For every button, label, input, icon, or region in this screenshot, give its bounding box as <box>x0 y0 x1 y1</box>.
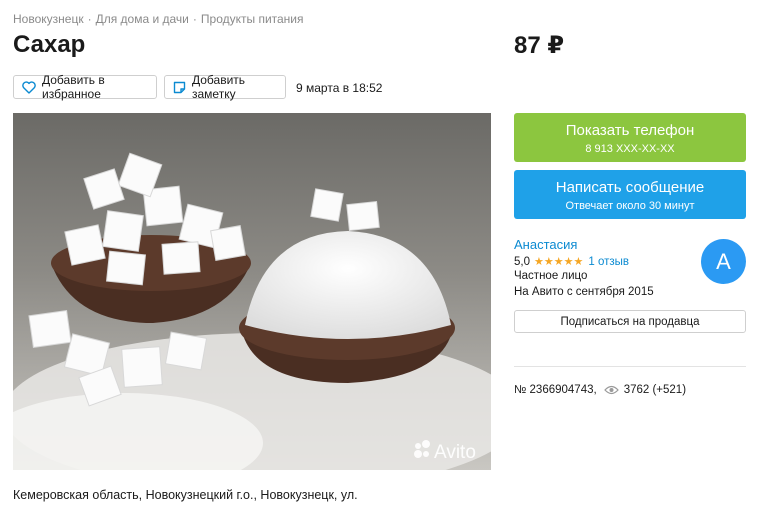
breadcrumb-separator: · <box>87 12 92 26</box>
svg-text:Avito: Avito <box>434 442 476 463</box>
reviews-link[interactable]: 1 отзыв <box>588 256 629 268</box>
seller-since: На Авито с сентября 2015 <box>514 286 654 298</box>
posted-date: 9 марта в 18:52 <box>296 81 383 95</box>
rating-stars: ★★★★★ <box>534 255 583 268</box>
show-phone-button[interactable]: Показать телефон 8 913 XXX-XX-XX <box>514 113 746 162</box>
ad-title: Сахар <box>13 31 86 58</box>
breadcrumb-item-category[interactable]: Для дома и дачи <box>96 12 189 26</box>
rating-value: 5,0 <box>514 255 530 268</box>
breadcrumb-separator: · <box>192 12 197 26</box>
ad-stats: № 2366904743, 3762 (+521) <box>514 384 686 396</box>
ad-number: № 2366904743, <box>514 384 597 396</box>
note-icon <box>173 81 186 94</box>
subscribe-seller-button[interactable]: Подписаться на продавца <box>514 310 746 333</box>
add-to-favorites-label: Добавить в избранное <box>42 73 105 101</box>
seller-name-link[interactable]: Анастасия <box>514 237 577 252</box>
breadcrumb: Новокузнецк · Для дома и дачи · Продукты пит… <box>13 12 304 26</box>
response-time: Отвечает около 30 минут <box>565 200 695 212</box>
show-phone-label: Показать телефон <box>565 122 695 139</box>
write-message-button[interactable]: Написать сообщение Отвечает около 30 мин… <box>514 170 746 219</box>
star-icon: ★ <box>573 256 584 268</box>
star-icon: ★ <box>534 256 544 268</box>
heart-icon <box>22 80 36 94</box>
breadcrumb-item-city[interactable]: Новокузнецк <box>13 12 84 26</box>
add-note-label: Добавить заметку <box>192 73 246 101</box>
ad-price: 87 ₽ <box>514 32 565 59</box>
add-to-favorites-button[interactable]: Добавить в избранное <box>13 73 157 101</box>
address: Кемеровская область, Новокузнецкий г.о.,… <box>13 488 358 502</box>
divider <box>514 366 746 367</box>
seller-type: Частное лицо <box>514 270 588 282</box>
seller-avatar[interactable]: А <box>701 239 746 284</box>
product-photo[interactable]: Avito <box>13 113 491 470</box>
write-message-label: Написать сообщение <box>555 179 705 196</box>
breadcrumb-item-subcategory[interactable]: Продукты питания <box>201 12 304 26</box>
star-icon: ★ <box>563 256 574 268</box>
add-note-button[interactable]: Добавить заметку <box>164 73 286 101</box>
seller-rating: 5,0 ★★★★★ 1 отзыв <box>514 255 629 269</box>
star-icon: ★ <box>543 256 554 268</box>
eye-icon <box>603 385 619 395</box>
star-icon: ★ <box>553 256 564 268</box>
sugar-image: Avito <box>13 113 491 470</box>
phone-number-masked: 8 913 XXX-XX-XX <box>585 143 675 155</box>
views-count: 3762 (+521) <box>623 384 687 396</box>
